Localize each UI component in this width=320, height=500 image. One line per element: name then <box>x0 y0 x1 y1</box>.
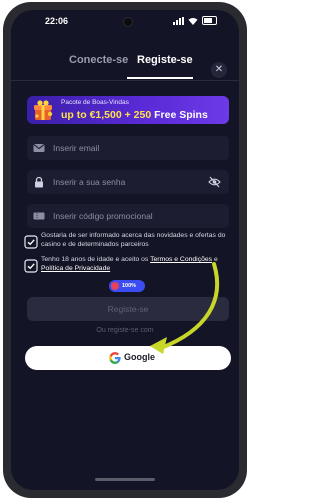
promo-code-placeholder: Inserir código promocional <box>53 211 153 221</box>
promo-code-field[interactable]: Inserir código promocional <box>27 204 229 228</box>
home-indicator <box>95 478 155 481</box>
terms-conjunction: e <box>213 256 218 263</box>
eye-off-icon[interactable] <box>208 176 221 188</box>
close-icon: ✕ <box>214 64 224 75</box>
google-signin-button[interactable]: Google <box>25 346 231 370</box>
pointer-arrow-annotation <box>150 262 220 354</box>
lock-icon <box>35 176 43 188</box>
front-camera <box>123 17 133 27</box>
email-field[interactable]: Inserir email <box>27 136 229 160</box>
google-logo-icon <box>109 352 121 364</box>
bonus-amount: up to €1,500 + 250 <box>61 109 152 121</box>
tab-register[interactable]: Registe-se <box>137 54 193 66</box>
bonus-subtitle: Pacote de Boas-Vindas <box>61 99 129 106</box>
close-button[interactable]: ✕ <box>211 62 227 78</box>
email-placeholder: Inserir email <box>53 143 100 153</box>
terms-checkbox[interactable] <box>24 259 38 273</box>
terms-link[interactable]: Termos e Condições <box>150 256 212 263</box>
bonus-percent: 100% <box>122 283 137 289</box>
register-button[interactable]: Registe-se <box>27 297 229 321</box>
signal-icon <box>173 16 184 25</box>
welcome-bonus-banner: Pacote de Boas-Vindas up to €1,500 + 250… <box>27 96 229 124</box>
or-register-with-label: Ou registe-se com <box>96 327 154 334</box>
marketing-checkbox[interactable] <box>24 235 38 249</box>
mail-icon <box>33 143 45 152</box>
status-bar: 22:06 <box>11 10 239 34</box>
coupon-icon <box>33 212 45 220</box>
password-placeholder: Inserir a sua senha <box>53 177 126 187</box>
wifi-icon <box>188 17 198 25</box>
privacy-link[interactable]: Política de Privacidade <box>41 265 110 272</box>
marketing-consent-text: Gostaria de ser informado acerca das nov… <box>41 232 226 248</box>
gift-badge-icon <box>111 282 119 290</box>
app-screen: 22:06 Conecte-se Registe-se ✕ Pacote de … <box>11 10 239 490</box>
bonus-spins: Free Spins <box>154 109 208 121</box>
tabs-divider <box>11 80 239 81</box>
terms-consent-text: Tenho 18 anos de idade e aceito os Termo… <box>41 256 229 273</box>
phone-frame: 22:06 Conecte-se Registe-se ✕ Pacote de … <box>3 2 247 498</box>
gift-icon <box>34 100 53 120</box>
google-button-label: Google <box>124 352 155 362</box>
bonus-title: up to €1,500 + 250 Free Spins <box>61 109 208 121</box>
status-icons <box>173 16 217 25</box>
bonus-percent-badge: 100% <box>109 280 145 292</box>
status-time: 22:06 <box>45 16 69 26</box>
battery-icon <box>202 16 217 25</box>
auth-tabs: Conecte-se Registe-se <box>11 54 239 80</box>
password-field[interactable]: Inserir a sua senha <box>27 170 229 194</box>
active-tab-indicator <box>127 77 193 79</box>
tab-login[interactable]: Conecte-se <box>69 54 128 66</box>
terms-prefix: Tenho 18 anos de idade e aceito os <box>41 256 149 263</box>
